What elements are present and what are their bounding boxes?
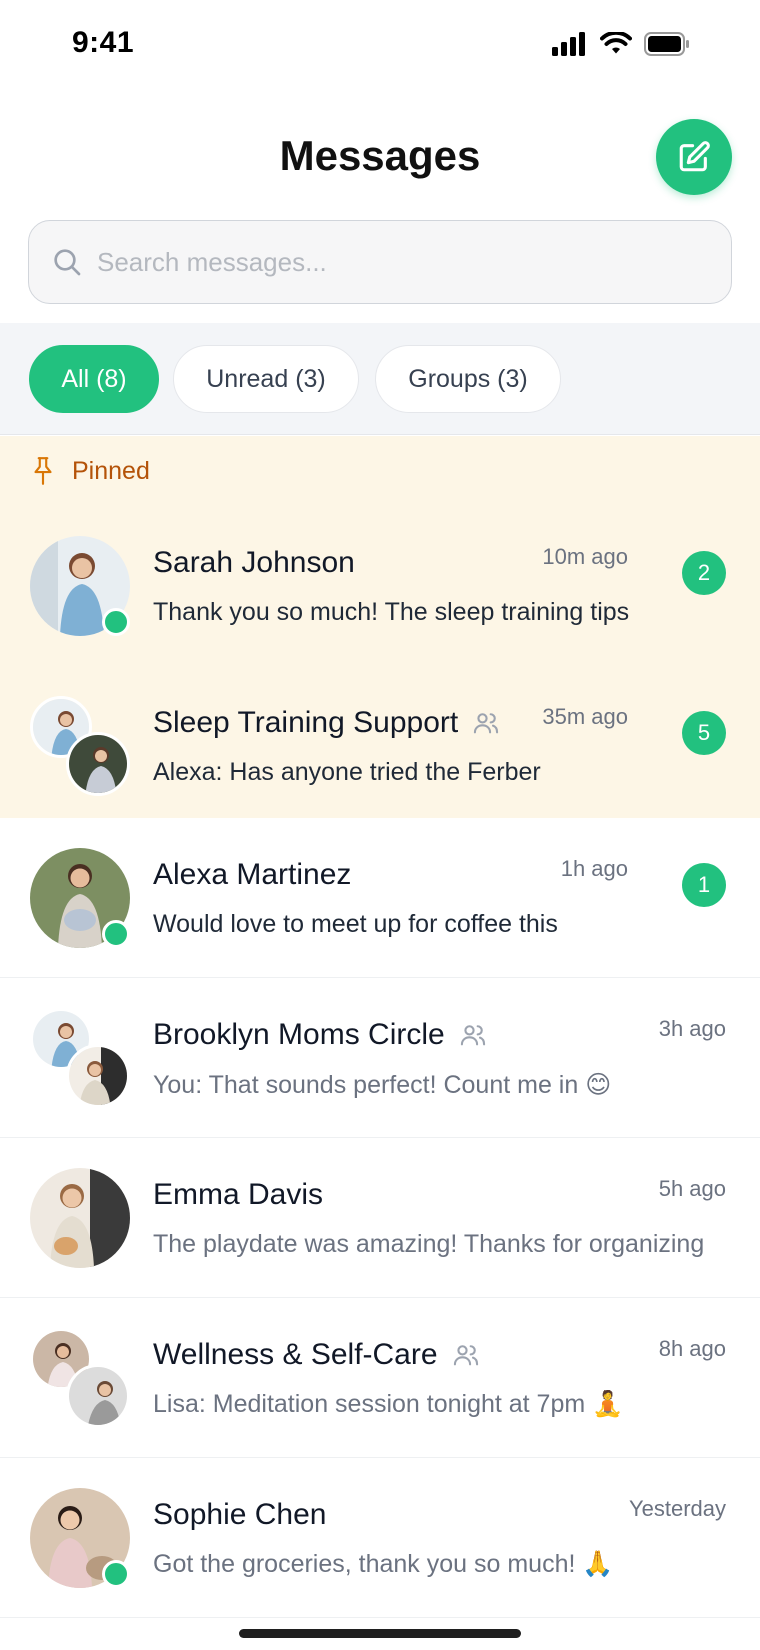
signal-icon (552, 32, 585, 56)
unread-badge: 1 (682, 863, 726, 907)
online-indicator (102, 1560, 130, 1588)
group-icon (460, 1025, 485, 1046)
pinned-section: Pinned Sarah Johnson 10m ago Thank you s… (0, 436, 760, 818)
conversation-row[interactable]: Emma Davis 5h ago The playdate was amazi… (0, 1138, 760, 1298)
online-indicator (102, 608, 130, 636)
group-avatar-2 (66, 732, 130, 796)
conversation-row[interactable]: Brooklyn Moms Circle 3h ago You: That so… (0, 978, 760, 1138)
message-preview: Thank you so much! The sleep training ti… (153, 598, 630, 626)
battery-icon (644, 32, 689, 56)
contact-name: Sarah Johnson (153, 546, 355, 579)
conversation-row[interactable]: Alexa Martinez 1h ago Would love to meet… (0, 818, 760, 978)
page-title: Messages (279, 132, 481, 179)
pinned-label: Pinned (72, 456, 150, 485)
unread-badge: 2 (682, 551, 726, 595)
filter-chip-groups[interactable]: Groups (3) (375, 345, 561, 413)
contact-name: Wellness & Self-Care (153, 1338, 438, 1371)
message-time: 10m ago (542, 544, 628, 569)
conversation-row[interactable]: Sleep Training Support 35m ago Alexa: Ha… (0, 666, 760, 826)
message-preview: Lisa: Meditation session tonight at 7pm … (153, 1390, 624, 1418)
message-preview: Would love to meet up for coffee this (153, 910, 558, 938)
conversation-row[interactable]: Wellness & Self-Care 8h ago Lisa: Medita… (0, 1298, 760, 1458)
pinned-header: Pinned (30, 456, 150, 486)
compose-icon (679, 141, 710, 172)
header: Messages (0, 110, 760, 206)
message-preview: Alexa: Has anyone tried the Ferber (153, 758, 541, 786)
home-indicator (239, 1629, 521, 1638)
filter-bar: All (8) Unread (3) Groups (3) (0, 323, 760, 435)
message-time: 8h ago (658, 1336, 726, 1361)
unread-badge: 5 (682, 711, 726, 755)
wifi-icon (600, 32, 632, 54)
status-bar: 9:41 (0, 0, 760, 90)
message-time: 35m ago (542, 704, 628, 729)
search-icon (54, 249, 81, 276)
message-time: 1h ago (560, 856, 628, 881)
group-icon (474, 713, 499, 734)
message-preview: The playdate was amazing! Thanks for org… (153, 1230, 705, 1258)
status-icons (552, 32, 690, 56)
filter-chip-all[interactable]: All (8) (29, 345, 159, 413)
group-icon (453, 1345, 478, 1366)
online-indicator (102, 920, 130, 948)
message-time: 3h ago (658, 1016, 726, 1041)
contact-name: Brooklyn Moms Circle (153, 1018, 445, 1051)
contact-name: Emma Davis (153, 1178, 324, 1211)
group-avatar-2 (66, 1364, 130, 1428)
filter-chip-unread[interactable]: Unread (3) (173, 345, 359, 413)
compose-button[interactable] (656, 119, 732, 195)
avatar (30, 1168, 130, 1268)
pin-icon (34, 457, 52, 485)
search-bar[interactable] (28, 220, 732, 304)
contact-name: Alexa Martinez (153, 858, 352, 891)
group-avatar-2 (66, 1044, 130, 1108)
contact-name: Sophie Chen (153, 1498, 327, 1531)
status-time: 9:41 (72, 26, 135, 59)
message-preview: Got the groceries, thank you so much! 🙏 (153, 1550, 614, 1578)
contact-name: Sleep Training Support (153, 706, 459, 739)
conversation-row[interactable]: Sophie Chen Yesterday Got the groceries,… (0, 1458, 760, 1618)
message-preview: You: That sounds perfect! Count me in 😊 (153, 1071, 612, 1099)
search-input[interactable] (97, 246, 657, 278)
message-time: 5h ago (658, 1176, 726, 1201)
conversation-row[interactable]: Sarah Johnson 10m ago Thank you so much!… (0, 506, 760, 666)
message-time: Yesterday (628, 1496, 726, 1521)
